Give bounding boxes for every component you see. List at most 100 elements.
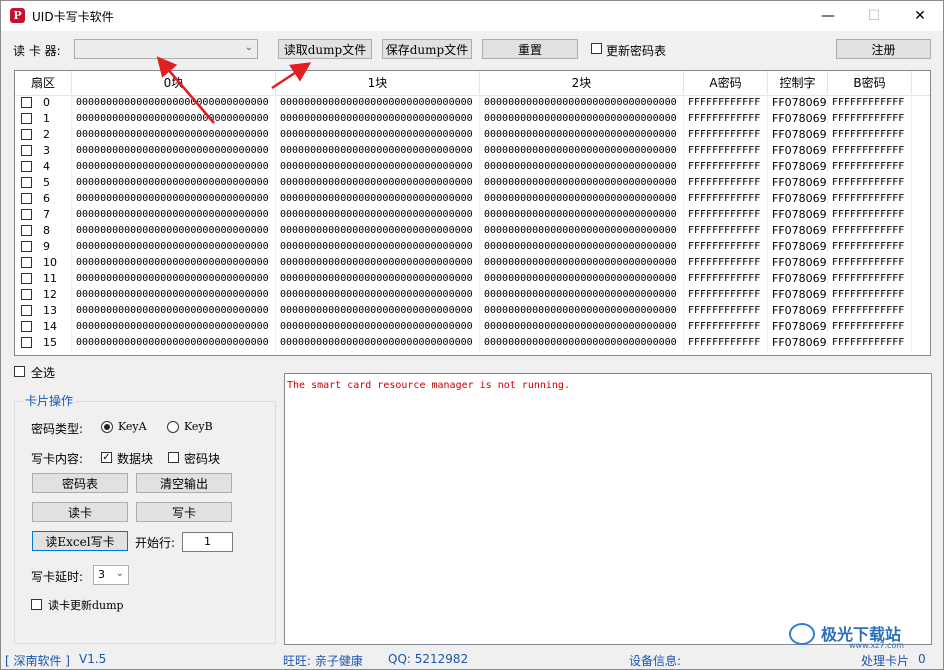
header-sector: 扇区 xyxy=(15,71,72,95)
row-checkbox[interactable] xyxy=(21,113,32,124)
row-checkbox[interactable] xyxy=(21,257,32,268)
key-b-cell: FFFFFFFFFFFF xyxy=(832,255,912,271)
block2-cell: 00000000000000000000000000000000 xyxy=(484,143,684,159)
select-all-checkbox[interactable] xyxy=(14,366,25,377)
control-cell: FF078069 xyxy=(772,239,828,255)
table-row[interactable]: 11 00000000000000000000000000000000 000000… xyxy=(15,271,930,287)
control-cell: FF078069 xyxy=(772,111,828,127)
key-a-cell: FFFFFFFFFFFF xyxy=(688,159,768,175)
key-a-cell: FFFFFFFFFFFF xyxy=(688,319,768,335)
block2-cell: 00000000000000000000000000000000 xyxy=(484,319,684,335)
block1-cell: 00000000000000000000000000000000 xyxy=(280,303,480,319)
block1-cell: 00000000000000000000000000000000 xyxy=(280,95,480,111)
key-a-cell: FFFFFFFFFFFF xyxy=(688,191,768,207)
key-b-cell: FFFFFFFFFFFF xyxy=(832,95,912,111)
row-checkbox[interactable] xyxy=(21,145,32,156)
reader-select[interactable]: ⌄ xyxy=(74,39,258,59)
app-icon: P xyxy=(10,8,25,23)
control-cell: FF078069 xyxy=(772,95,828,111)
block1-cell: 00000000000000000000000000000000 xyxy=(280,159,480,175)
control-cell: FF078069 xyxy=(772,191,828,207)
block2-cell: 00000000000000000000000000000000 xyxy=(484,335,684,351)
read-card-button[interactable]: 读卡 xyxy=(32,502,128,522)
minimize-button[interactable]: — xyxy=(805,1,851,31)
reader-label: 读 卡 器: xyxy=(13,44,61,58)
block0-cell: 00000000000000000000000000000000 xyxy=(76,335,276,351)
reset-button[interactable]: 重置 xyxy=(482,39,578,59)
output-log[interactable]: The smart card resource manager is not r… xyxy=(284,373,932,645)
block2-cell: 00000000000000000000000000000000 xyxy=(484,159,684,175)
row-checkbox[interactable] xyxy=(21,193,32,204)
table-row[interactable]: 14 00000000000000000000000000000000 000000… xyxy=(15,319,930,335)
write-content-label: 写卡内容: xyxy=(31,452,84,466)
block2-cell: 00000000000000000000000000000000 xyxy=(484,223,684,239)
table-row[interactable]: 13 00000000000000000000000000000000 000000… xyxy=(15,303,930,319)
table-row[interactable]: 4 00000000000000000000000000000000 0000000… xyxy=(15,159,930,175)
table-row[interactable]: 15 00000000000000000000000000000000 000000… xyxy=(15,335,930,351)
row-checkbox[interactable] xyxy=(21,321,32,332)
row-checkbox[interactable] xyxy=(21,161,32,172)
table-row[interactable]: 2 00000000000000000000000000000000 0000000… xyxy=(15,127,930,143)
key-a-cell: FFFFFFFFFFFF xyxy=(688,239,768,255)
control-cell: FF078069 xyxy=(772,207,828,223)
key-b-radio[interactable] xyxy=(167,421,179,433)
row-checkbox[interactable] xyxy=(21,337,32,348)
table-row[interactable]: 5 00000000000000000000000000000000 0000000… xyxy=(15,175,930,191)
table-row[interactable]: 6 00000000000000000000000000000000 0000000… xyxy=(15,191,930,207)
sector-cell: 4 xyxy=(43,159,72,175)
save-dump-button[interactable]: 保存dump文件 xyxy=(382,39,472,59)
sector-cell: 0 xyxy=(43,95,72,111)
header-block2: 2块 xyxy=(480,71,684,95)
sector-cell: 1 xyxy=(43,111,72,127)
maximize-button[interactable]: ☐ xyxy=(851,1,897,31)
key-table-button[interactable]: 密码表 xyxy=(32,473,128,493)
data-block-checkbox[interactable]: ✓ xyxy=(101,452,112,463)
table-row[interactable]: 0 00000000000000000000000000000000 0000000… xyxy=(15,95,930,111)
block2-cell: 00000000000000000000000000000000 xyxy=(484,175,684,191)
control-cell: FF078069 xyxy=(772,159,828,175)
update-keys-checkbox[interactable] xyxy=(591,43,602,54)
table-row[interactable]: 1000000000000000000000000000000000000000… xyxy=(15,111,930,127)
sector-cell: 9 xyxy=(43,239,72,255)
read-excel-button[interactable]: 读Excel写卡 xyxy=(32,531,128,551)
key-a-radio[interactable] xyxy=(101,421,113,433)
header-control: 控制字 xyxy=(768,71,828,95)
card-ops-title: 卡片操作 xyxy=(23,392,76,409)
block1-cell: 00000000000000000000000000000000 xyxy=(280,191,480,207)
key-type-label: 密码类型: xyxy=(31,422,84,436)
status-device-info: 设备信息: xyxy=(629,654,682,668)
key-block-checkbox[interactable] xyxy=(168,452,179,463)
table-header: 扇区 0块 1块 2块 A密码 控制字 B密码 xyxy=(15,71,930,96)
row-checkbox[interactable] xyxy=(21,241,32,252)
title-bar: P UID卡写卡软件 — ☐ ✕ xyxy=(1,1,943,31)
table-row[interactable]: 9 00000000000000000000000000000000 0000000… xyxy=(15,239,930,255)
row-checkbox[interactable] xyxy=(21,289,32,300)
key-b-cell: FFFFFFFFFFFF xyxy=(832,319,912,335)
clear-output-button[interactable]: 清空输出 xyxy=(136,473,232,493)
row-checkbox[interactable] xyxy=(21,273,32,284)
key-a-label: KeyA xyxy=(118,420,147,433)
register-button[interactable]: 注册 xyxy=(836,39,931,59)
table-row[interactable]: 12 00000000000000000000000000000000 000000… xyxy=(15,287,930,303)
table-row[interactable]: 3 00000000000000000000000000000000 0000000… xyxy=(15,143,930,159)
table-row[interactable]: 8 00000000000000000000000000000000 0000000… xyxy=(15,223,930,239)
close-button[interactable]: ✕ xyxy=(897,1,943,31)
start-row-input[interactable]: 1 xyxy=(182,532,233,552)
row-checkbox[interactable] xyxy=(21,97,32,108)
row-checkbox[interactable] xyxy=(21,177,32,188)
update-dump-checkbox[interactable] xyxy=(31,599,42,610)
row-checkbox[interactable] xyxy=(21,209,32,220)
sector-table[interactable]: 扇区 0块 1块 2块 A密码 控制字 B密码 0 000000000000000… xyxy=(14,70,931,356)
row-checkbox[interactable] xyxy=(21,129,32,140)
output-message: The smart card resource manager is not r… xyxy=(287,380,570,391)
table-row[interactable]: 1000000000000000000000000000000000000000… xyxy=(15,255,930,271)
block1-cell: 00000000000000000000000000000000 xyxy=(280,287,480,303)
delay-select[interactable]: 3 ⌄ xyxy=(93,565,129,585)
block0-cell: 00000000000000000000000000000000 xyxy=(76,287,276,303)
row-checkbox[interactable] xyxy=(21,225,32,236)
row-checkbox[interactable] xyxy=(21,305,32,316)
table-row[interactable]: 7 00000000000000000000000000000000 0000000… xyxy=(15,207,930,223)
read-dump-button[interactable]: 读取dump文件 xyxy=(278,39,372,59)
key-b-cell: FFFFFFFFFFFF xyxy=(832,127,912,143)
write-card-button[interactable]: 写卡 xyxy=(136,502,232,522)
